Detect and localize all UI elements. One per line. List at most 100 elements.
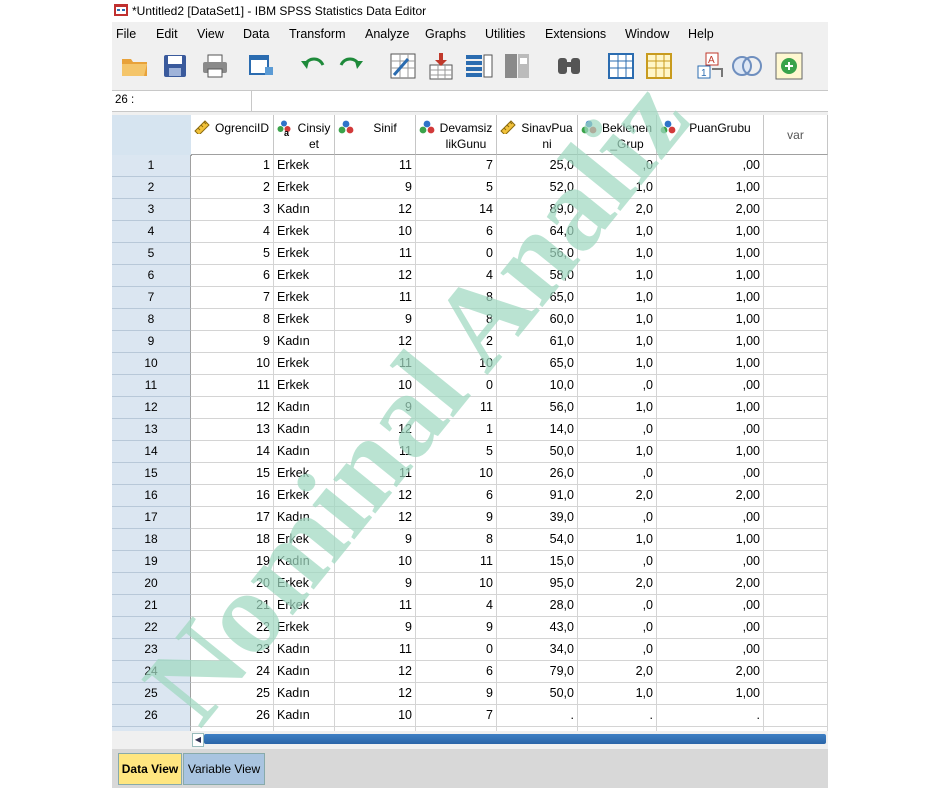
- data-cell[interactable]: 1,00: [657, 441, 764, 463]
- data-cell[interactable]: 12: [191, 397, 274, 419]
- data-cell[interactable]: 61,0: [497, 331, 578, 353]
- data-cell[interactable]: 1,0: [578, 243, 657, 265]
- data-cell[interactable]: 9: [335, 177, 416, 199]
- data-cell[interactable]: .: [657, 705, 764, 727]
- print-icon[interactable]: [198, 50, 232, 82]
- data-cell[interactable]: 1,00: [657, 397, 764, 419]
- data-cell[interactable]: 8: [191, 309, 274, 331]
- row-header[interactable]: 25: [112, 683, 191, 705]
- data-cell[interactable]: 1,00: [657, 529, 764, 551]
- data-cell[interactable]: Erkek: [274, 617, 335, 639]
- data-cell[interactable]: Erkek: [274, 573, 335, 595]
- data-cell[interactable]: [764, 661, 828, 683]
- data-cell[interactable]: Kadın: [274, 661, 335, 683]
- data-cell[interactable]: Erkek: [274, 595, 335, 617]
- data-cell[interactable]: [764, 199, 828, 221]
- data-cell[interactable]: 11: [416, 397, 497, 419]
- data-cell[interactable]: Erkek: [274, 265, 335, 287]
- data-cell[interactable]: [764, 419, 828, 441]
- data-cell[interactable]: 11: [416, 551, 497, 573]
- data-cell[interactable]: ,0: [578, 507, 657, 529]
- data-cell[interactable]: 1,00: [657, 309, 764, 331]
- data-cell[interactable]: 10: [335, 221, 416, 243]
- data-cell[interactable]: 12: [335, 419, 416, 441]
- data-cell[interactable]: .: [578, 705, 657, 727]
- menu-file[interactable]: File: [116, 27, 136, 41]
- data-cell[interactable]: 65,0: [497, 287, 578, 309]
- row-header[interactable]: 3: [112, 199, 191, 221]
- data-cell[interactable]: 1,0: [578, 331, 657, 353]
- data-cell[interactable]: 25,0: [497, 155, 578, 177]
- data-cell[interactable]: Erkek: [274, 287, 335, 309]
- go-to-variable-icon[interactable]: [424, 50, 458, 82]
- data-cell[interactable]: 28,0: [497, 595, 578, 617]
- data-cell[interactable]: 9: [335, 617, 416, 639]
- data-cell[interactable]: 50,0: [497, 441, 578, 463]
- data-cell[interactable]: 2: [416, 331, 497, 353]
- dialog-recall-icon[interactable]: [244, 50, 278, 82]
- column-header-7[interactable]: PuanGrubu: [657, 115, 764, 155]
- data-cell[interactable]: 12: [335, 661, 416, 683]
- data-cell[interactable]: 58,0: [497, 265, 578, 287]
- data-cell[interactable]: 1,00: [657, 353, 764, 375]
- open-folder-icon[interactable]: [118, 50, 152, 82]
- save-icon[interactable]: [158, 50, 192, 82]
- data-cell[interactable]: Erkek: [274, 309, 335, 331]
- data-cell[interactable]: 14,0: [497, 419, 578, 441]
- use-sets-icon[interactable]: [730, 50, 764, 82]
- data-cell[interactable]: [764, 221, 828, 243]
- data-cell[interactable]: 9: [335, 397, 416, 419]
- data-cell[interactable]: 8: [416, 287, 497, 309]
- data-cell[interactable]: Kadın: [274, 507, 335, 529]
- menu-window[interactable]: Window: [625, 27, 669, 41]
- data-grid[interactable]: OgrenciID a Cinsiy et Sinif Devamsiz likGunu Si…: [112, 115, 828, 731]
- data-cell[interactable]: 13: [191, 419, 274, 441]
- column-header-8[interactable]: var: [764, 115, 828, 155]
- data-cell[interactable]: ,00: [657, 551, 764, 573]
- data-cell[interactable]: 0: [416, 639, 497, 661]
- data-cell[interactable]: 5: [191, 243, 274, 265]
- data-cell[interactable]: 1,00: [657, 683, 764, 705]
- data-cell[interactable]: ,00: [657, 595, 764, 617]
- data-cell[interactable]: 10: [335, 551, 416, 573]
- data-cell[interactable]: 6: [191, 265, 274, 287]
- data-cell[interactable]: 1,0: [578, 309, 657, 331]
- data-cell[interactable]: 11: [191, 375, 274, 397]
- data-cell[interactable]: 54,0: [497, 529, 578, 551]
- data-cell[interactable]: 1,0: [578, 221, 657, 243]
- data-cell[interactable]: 2,0: [578, 573, 657, 595]
- data-cell[interactable]: 6: [416, 661, 497, 683]
- row-header[interactable]: 13: [112, 419, 191, 441]
- data-cell[interactable]: 10: [335, 705, 416, 727]
- tab-variable-view[interactable]: Variable View: [183, 753, 265, 785]
- data-cell[interactable]: 9: [191, 331, 274, 353]
- column-header-1[interactable]: OgrenciID: [191, 115, 274, 155]
- row-header[interactable]: 26: [112, 705, 191, 727]
- row-header[interactable]: 7: [112, 287, 191, 309]
- data-cell[interactable]: Erkek: [274, 353, 335, 375]
- data-cell[interactable]: 2,00: [657, 199, 764, 221]
- data-cell[interactable]: 4: [416, 595, 497, 617]
- data-cell[interactable]: 1,0: [578, 397, 657, 419]
- data-cell[interactable]: 11: [335, 441, 416, 463]
- data-cell[interactable]: 1,00: [657, 287, 764, 309]
- row-header[interactable]: 21: [112, 595, 191, 617]
- go-to-case-icon[interactable]: [386, 50, 420, 82]
- menu-view[interactable]: View: [197, 27, 224, 41]
- data-cell[interactable]: 6: [416, 485, 497, 507]
- data-cell[interactable]: 18: [191, 529, 274, 551]
- row-header[interactable]: 8: [112, 309, 191, 331]
- data-cell[interactable]: 10: [191, 353, 274, 375]
- menu-help[interactable]: Help: [688, 27, 714, 41]
- data-cell[interactable]: 10: [416, 353, 497, 375]
- data-cell[interactable]: 56,0: [497, 243, 578, 265]
- data-cell[interactable]: Erkek: [274, 221, 335, 243]
- data-cell[interactable]: [764, 683, 828, 705]
- data-cell[interactable]: 79,0: [497, 661, 578, 683]
- grid-corner[interactable]: [112, 115, 192, 156]
- data-cell[interactable]: Erkek: [274, 529, 335, 551]
- data-cell[interactable]: 14: [191, 441, 274, 463]
- data-cell[interactable]: [764, 353, 828, 375]
- data-cell[interactable]: 0: [416, 243, 497, 265]
- data-cell[interactable]: ,00: [657, 463, 764, 485]
